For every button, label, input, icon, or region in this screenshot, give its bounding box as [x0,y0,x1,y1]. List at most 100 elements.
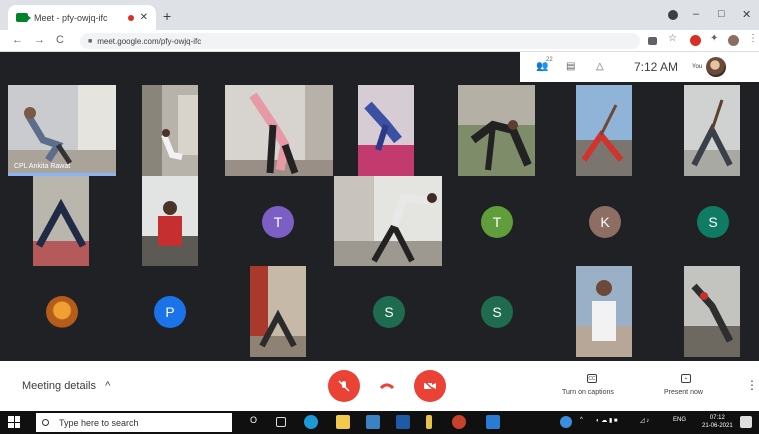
self-view-avatar[interactable] [706,57,727,77]
present-now-label[interactable]: Present now [664,389,703,396]
lock-icon: ■ [88,37,93,45]
file-explorer-icon[interactable] [336,415,350,429]
avatar-letter: S [492,304,502,320]
url-text: meet.google.com/pfy-owjq-ifc [97,36,202,46]
video-tile-pinned[interactable] [334,176,442,266]
avatar-letter: S [384,304,394,320]
back-button[interactable]: ← [12,34,23,46]
activities-icon[interactable]: △ [596,61,610,73]
mic-off-icon [338,380,350,392]
participant-video [358,85,414,176]
participant-video [576,266,632,357]
video-tile[interactable] [358,85,414,176]
meet-favicon-icon [16,13,31,22]
chrome-taskbar-icon[interactable] [452,415,466,429]
participant-video [684,85,740,176]
mail-store-icon[interactable] [366,415,380,429]
tray-overflow-icon[interactable]: ^ [580,417,583,423]
avatar-letter: T [273,214,283,230]
captions-icon[interactable]: CC [587,374,597,383]
avatar-letter: P [165,304,175,320]
browser-tab[interactable]: Meet - pfy-owjq-ifc ✕ [8,5,156,30]
taskbar-search-box[interactable]: Type here to search [36,413,232,432]
participant-video [684,266,740,357]
avatar-letter: K [600,214,610,230]
video-tile[interactable] [684,266,740,357]
cortana-icon[interactable]: O [250,415,257,425]
video-tile[interactable] [458,85,535,176]
chrome-menu-icon[interactable]: ⋮ [748,33,758,44]
language-indicator[interactable]: ENG [673,417,686,423]
video-tile[interactable] [142,176,198,266]
search-placeholder: Type here to search [59,417,139,428]
participant-avatar[interactable]: T [262,206,294,238]
video-tile[interactable] [684,85,740,176]
participant-avatar[interactable]: S [373,296,405,328]
participant-video [33,176,89,266]
participant-avatar[interactable]: K [589,206,621,238]
mic-toggle-button[interactable] [328,370,360,402]
search-icon [42,419,49,426]
camera-indicator-icon[interactable] [648,37,657,45]
network-volume-icons[interactable]: ◿ ♪ [640,417,666,424]
recording-extension-icon[interactable] [690,35,701,46]
camera-off-icon [423,380,436,392]
participant-video [142,85,198,176]
dropbox-icon[interactable] [396,415,410,429]
meet-top-bar: 👥 22 ▤ △ 7:12 AM You [520,52,759,82]
taskbar-clock[interactable]: 07:12 21-06-2021 [702,414,733,430]
turn-on-captions-label[interactable]: Turn on captions [562,389,614,396]
chrome-profile-avatar[interactable] [728,35,739,46]
windows-start-icon[interactable] [8,416,20,428]
more-options-button[interactable]: ⋮ [746,378,758,392]
video-tile[interactable] [142,85,198,176]
task-view-icon[interactable] [276,417,286,427]
tab-close-icon[interactable]: ✕ [140,12,148,23]
avatar-letter: S [708,214,718,230]
participant-photo-avatar[interactable] [46,296,78,328]
window-close-button[interactable]: ✕ [742,8,751,21]
participant-avatar[interactable]: P [154,296,186,328]
tray-app-icon[interactable] [560,416,572,428]
app-taskbar-icon[interactable] [486,415,500,429]
present-icon[interactable]: + [681,374,691,383]
meet-bottom-bar: Meeting details ^ CC Turn on captions + … [0,361,759,411]
bookmark-star-icon[interactable]: ☆ [668,33,679,44]
participant-avatar[interactable]: S [481,296,513,328]
video-tile[interactable] [250,266,306,357]
restore-button[interactable]: □ [718,8,725,20]
browser-toolbar: ← → C ■ meet.google.com/pfy-owjq-ifc ☆ ✦… [0,30,759,52]
address-bar[interactable]: ■ meet.google.com/pfy-owjq-ifc [80,33,640,49]
video-tile[interactable] [576,266,632,357]
forward-button[interactable]: → [34,34,45,46]
chat-icon[interactable]: ▤ [566,61,580,73]
extensions-icon[interactable]: ✦ [710,33,721,44]
meeting-details-button[interactable]: Meeting details ^ [22,380,110,392]
video-tile[interactable] [576,85,632,176]
new-tab-button[interactable]: + [163,8,171,24]
participants-icon[interactable]: 👥 22 [536,57,553,73]
tray-status-icons[interactable]: ◐ ☁ ▮ ■ [596,417,636,424]
participant-avatar[interactable]: T [481,206,513,238]
notifications-icon[interactable] [740,416,752,428]
participant-video [142,176,198,266]
tab-title: Meet - pfy-owjq-ifc [34,12,108,23]
lightning-app-icon[interactable] [426,415,432,429]
self-label: You [692,64,703,70]
video-tile[interactable] [225,85,333,176]
avatar-letter: T [492,214,502,230]
recording-indicator-icon [127,14,134,21]
participant-video [334,176,442,266]
presenter-name: CPL Ankita Rawat [14,163,71,170]
hang-up-icon [380,383,394,390]
profile-icon[interactable] [668,10,678,20]
video-tile[interactable] [33,176,89,266]
participant-avatar[interactable]: S [697,206,729,238]
camera-toggle-button[interactable] [414,370,446,402]
reload-button[interactable]: C [56,34,64,46]
end-call-button[interactable] [371,370,403,402]
browser-tab-strip: Meet - pfy-owjq-ifc ✕ + – □ ✕ [0,0,759,30]
video-tile-presenter[interactable]: CPL Ankita Rawat [8,85,116,176]
edge-browser-icon[interactable] [304,415,318,429]
minimize-button[interactable]: – [693,8,699,20]
